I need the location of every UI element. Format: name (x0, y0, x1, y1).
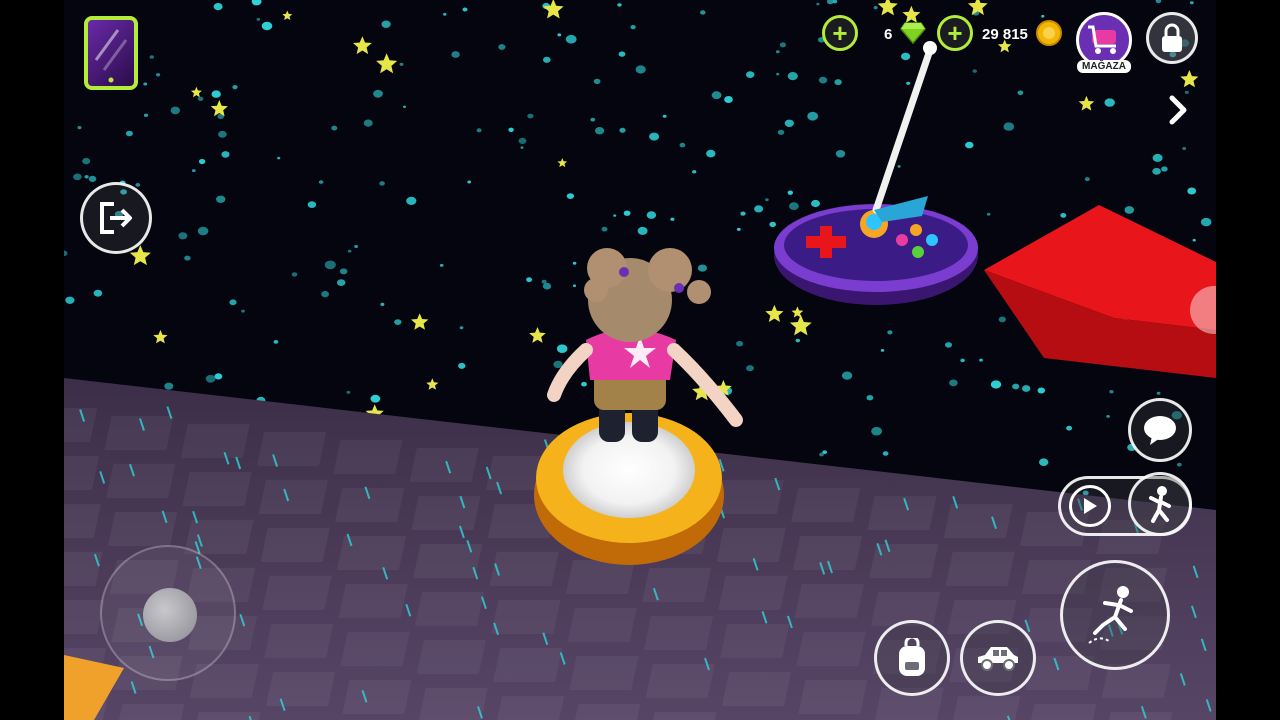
shop-label: MAĞAZA (1077, 60, 1131, 73)
green-gem-icon (900, 22, 926, 44)
next-button[interactable] (1164, 94, 1192, 126)
plus-icon: + (947, 18, 963, 48)
joystick-thumb[interactable] (143, 588, 197, 642)
chat-bubble-icon (1144, 416, 1176, 445)
jump-run-icon (1088, 586, 1133, 644)
car-icon (978, 647, 1018, 671)
exit-door-icon (100, 202, 132, 234)
spawn-platform (534, 413, 724, 565)
chat-button[interactable] (1128, 398, 1192, 462)
backpack-icon (899, 638, 925, 676)
joystick[interactable] (100, 545, 236, 681)
game-scene (64, 0, 1216, 720)
vehicle-button[interactable] (960, 620, 1036, 696)
emote-button[interactable] (1128, 472, 1192, 536)
backpack-button[interactable] (874, 620, 950, 696)
play-icon (1084, 498, 1097, 514)
chevron-right-icon (1169, 95, 1187, 125)
controller-platform (774, 41, 978, 305)
add-coins-button[interactable]: + (937, 15, 973, 51)
add-gems-button[interactable]: + (822, 15, 858, 51)
shop-button[interactable]: MAĞAZA (1076, 12, 1132, 73)
coin-count: 29 815 (982, 26, 1028, 43)
shop-cart-icon (1088, 25, 1116, 54)
padlock-icon (1162, 23, 1182, 52)
phone-button[interactable] (84, 16, 138, 90)
gold-coin-icon (1036, 20, 1062, 46)
phone-icon (94, 29, 128, 83)
world-background (64, 0, 1216, 720)
gem-count: 6 (884, 26, 893, 43)
jump-button[interactable] (1060, 560, 1170, 670)
red-block (984, 205, 1216, 378)
plus-icon: + (832, 18, 848, 48)
exit-button[interactable] (80, 182, 152, 254)
lock-button[interactable] (1146, 12, 1198, 64)
play-emote-button[interactable] (1069, 485, 1111, 527)
dance-pose-icon (1149, 486, 1171, 523)
player-avatar (547, 248, 743, 442)
